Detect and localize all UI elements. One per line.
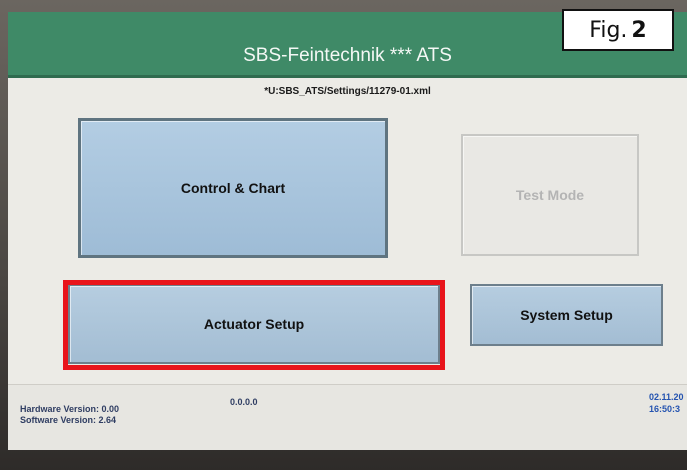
figure-label: Fig. 2 [562, 9, 674, 51]
figure-number: 2 [631, 17, 647, 43]
control-chart-label: Control & Chart [180, 180, 286, 196]
date-display: 02.11.20 [649, 392, 684, 402]
system-setup-button[interactable]: System Setup [470, 284, 663, 346]
actuator-setup-button[interactable]: Actuator Setup [68, 284, 440, 364]
ip-address: 0.0.0.0 [230, 397, 258, 407]
control-chart-button[interactable]: Control & Chart [78, 118, 388, 258]
test-mode-label: Test Mode [515, 187, 585, 203]
actuator-setup-label: Actuator Setup [203, 316, 305, 332]
figure-prefix: Fig. [589, 17, 628, 43]
test-mode-button[interactable]: Test Mode [461, 134, 639, 256]
time-display: 16:50:3 [649, 404, 681, 414]
software-version: Software Version: 2.64 [20, 415, 117, 425]
system-setup-label: System Setup [520, 307, 613, 323]
settings-file-path: *U:SBS_ATS/Settings/11279-01.xml [264, 86, 431, 97]
hmi-screen: SBS-Feintechnik *** ATS *U:SBS_ATS/Setti… [8, 12, 687, 450]
hardware-version: Hardware Version: 0.00 [20, 404, 120, 414]
